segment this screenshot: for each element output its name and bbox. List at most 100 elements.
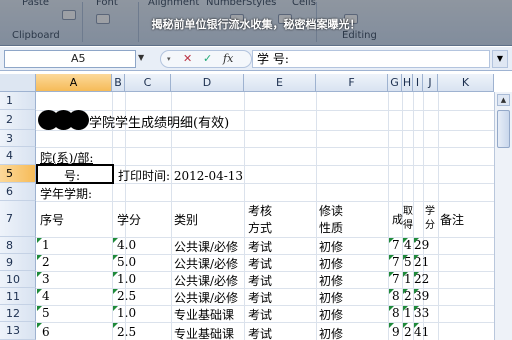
error-indicator-icon <box>403 289 408 294</box>
cell-exam[interactable]: 考试 <box>248 325 272 340</box>
enter-icon[interactable]: ✓ <box>203 52 212 66</box>
error-indicator-icon <box>403 238 408 243</box>
error-indicator-icon <box>37 323 42 328</box>
cell-nature[interactable]: 初修 <box>319 255 343 272</box>
cell-category[interactable]: 公共课/必修 <box>174 289 244 306</box>
error-indicator-icon <box>37 306 42 311</box>
error-indicator-icon <box>113 238 118 243</box>
header-obtain: 取 <box>403 206 413 217</box>
header-exam-mode-2: 方式 <box>248 221 273 235</box>
cell-seq[interactable]: 5 <box>42 306 50 320</box>
sheet-title: 学院学生成绩明细(有效) <box>89 116 230 131</box>
formula-controls: ▾ ✕ ✓ fx <box>160 50 252 68</box>
row-header-4[interactable]: 4 <box>0 147 36 165</box>
cell-nature[interactable]: 初修 <box>319 306 343 323</box>
column-header-k[interactable]: K <box>438 74 494 92</box>
cell-nature[interactable]: 初修 <box>319 325 343 340</box>
error-indicator-icon <box>389 255 394 260</box>
column-header-f[interactable]: F <box>316 74 388 92</box>
cell-exam[interactable]: 考试 <box>248 306 272 323</box>
column-header-b[interactable]: B <box>112 74 125 92</box>
cell-nature[interactable]: 初修 <box>319 238 343 255</box>
error-indicator-icon <box>113 255 118 260</box>
name-box[interactable]: A5 <box>4 50 136 68</box>
cell-category[interactable]: 公共课/必修 <box>174 238 244 255</box>
error-indicator-icon <box>37 289 42 294</box>
column-header-h[interactable]: H <box>402 74 413 92</box>
row-header-7[interactable]: 7 <box>0 201 36 237</box>
scroll-thumb[interactable] <box>497 110 510 148</box>
error-indicator-icon <box>389 323 394 328</box>
year-term-label: 学年学期: <box>40 187 93 201</box>
row-header-10[interactable]: 10 <box>0 271 36 288</box>
column-header-i[interactable]: I <box>413 74 423 92</box>
cell-category[interactable]: 专业基础课 <box>174 325 244 340</box>
cell-category[interactable]: 公共课/必修 <box>174 255 244 272</box>
name-box-dropdown-icon[interactable]: ▼ <box>138 53 144 62</box>
row-header-1[interactable]: 1 <box>0 92 36 110</box>
cell-seq[interactable]: 2 <box>42 255 50 269</box>
error-indicator-icon <box>389 238 394 243</box>
grid-line <box>244 92 245 340</box>
cell-exam[interactable]: 考试 <box>248 289 272 306</box>
error-indicator-icon <box>403 306 408 311</box>
cancel-icon[interactable]: ✕ <box>183 52 192 66</box>
cell-category[interactable]: 专业基础课 <box>174 306 244 323</box>
cell-seq[interactable]: 3 <box>42 272 50 286</box>
headline-banner: 揭秘前单位银行流水收集，秘密档案曝光！ <box>151 18 361 31</box>
formula-expand-icon[interactable]: ▼ <box>492 50 508 68</box>
header-credit: 学分 <box>117 213 142 227</box>
scroll-up-icon[interactable]: ▲ <box>497 94 510 106</box>
row-header-11[interactable]: 11 <box>0 288 36 305</box>
formula-input[interactable]: 学 号: <box>252 50 490 68</box>
cell-credit[interactable]: 1.0 <box>117 272 136 286</box>
row-header-8[interactable]: 8 <box>0 237 36 254</box>
row-header-2[interactable]: 2 <box>0 110 36 130</box>
row-header-3[interactable]: 3 <box>0 130 36 147</box>
cell-credit[interactable]: 2.5 <box>117 325 136 339</box>
cell-category[interactable]: 公共课/必修 <box>174 272 244 289</box>
function-icon[interactable]: fx <box>223 52 233 66</box>
cell-nature[interactable]: 初修 <box>319 272 343 289</box>
cell-seq[interactable]: 4 <box>42 289 50 303</box>
header-nature-2: 性质 <box>319 221 344 235</box>
dropdown-icon[interactable]: ▾ <box>167 52 171 66</box>
row-header-5[interactable]: 5 <box>0 165 36 183</box>
cell-credit[interactable]: 2.5 <box>117 289 136 303</box>
column-header-d[interactable]: D <box>171 74 244 92</box>
cell-nature[interactable]: 初修 <box>319 289 343 306</box>
grid-line <box>36 110 494 111</box>
cell-exam[interactable]: 考试 <box>248 272 272 289</box>
error-indicator-icon <box>113 272 118 277</box>
row-header-9[interactable]: 9 <box>0 254 36 271</box>
cell-seq[interactable]: 6 <box>42 325 50 339</box>
cell-seq[interactable]: 1 <box>42 238 50 252</box>
row-header-6[interactable]: 6 <box>0 183 36 201</box>
error-indicator-icon <box>113 306 118 311</box>
column-header-a[interactable]: A <box>36 74 112 92</box>
error-indicator-icon <box>37 255 42 260</box>
cell-credit[interactable]: 5.0 <box>117 255 136 269</box>
print-time: 打印时间: 2012-04-13 <box>118 169 244 183</box>
select-all-corner[interactable] <box>0 74 36 92</box>
row-header-12[interactable]: 12 <box>0 305 36 322</box>
grid-line <box>36 147 494 148</box>
cell-credit[interactable]: 4.0 <box>117 238 136 252</box>
row-header-13[interactable]: 13 <box>0 322 36 340</box>
column-header-c[interactable]: C <box>125 74 171 92</box>
column-header-g[interactable]: G <box>388 74 402 92</box>
column-header-e[interactable]: E <box>244 74 316 92</box>
error-indicator-icon <box>389 289 394 294</box>
error-indicator-icon <box>414 289 419 294</box>
active-cell-a5[interactable] <box>36 164 114 184</box>
header-gpa: 学 <box>425 206 435 217</box>
column-header-j[interactable]: J <box>423 74 438 92</box>
cell-exam[interactable]: 考试 <box>248 238 272 255</box>
error-indicator-icon <box>389 272 394 277</box>
cell-credit[interactable]: 1.0 <box>117 306 136 320</box>
vertical-scrollbar[interactable]: ▲ <box>494 92 512 340</box>
cell-exam[interactable]: 考试 <box>248 255 272 272</box>
grid-line <box>316 92 317 340</box>
error-indicator-icon <box>414 323 419 328</box>
error-indicator-icon <box>414 238 419 243</box>
